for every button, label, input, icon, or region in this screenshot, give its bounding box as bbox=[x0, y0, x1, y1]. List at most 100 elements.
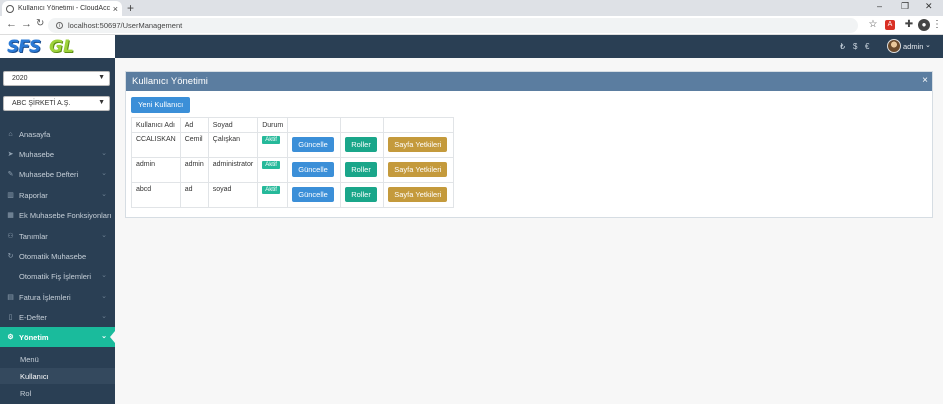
cell-username: CCALISKAN bbox=[131, 132, 181, 158]
cell-name: Cemil bbox=[179, 132, 209, 158]
address-bar-row: ← → ↻ i localhost:50697/UserManagement ☆… bbox=[0, 16, 943, 35]
dollar-icon[interactable]: $ bbox=[853, 42, 857, 51]
cell-username: abcd bbox=[131, 182, 181, 208]
sidebar-subitem-kullanici[interactable]: Kullanıcı bbox=[0, 368, 115, 384]
cell-status: Aktif bbox=[257, 157, 289, 183]
sidebar-item-fatura[interactable]: ▤ Fatura İşlemleri ⌄ bbox=[0, 287, 115, 307]
page-permissions-button[interactable]: Sayfa Yetkileri bbox=[388, 162, 448, 177]
brand-sfs: SFS bbox=[7, 37, 41, 57]
sidebar-item-yonetim[interactable]: ⚙ Yönetim ⌄ bbox=[0, 327, 115, 347]
pencil-icon: ✎ bbox=[7, 171, 14, 178]
chevron-down-icon: ▼ bbox=[98, 99, 105, 106]
user-menu-label[interactable]: admin bbox=[903, 42, 923, 51]
column-header-username: Kullanıcı Adı bbox=[131, 117, 181, 133]
cell-permissions: Sayfa Yetkileri bbox=[383, 157, 455, 183]
url-field[interactable]: i localhost:50697/UserManagement bbox=[48, 18, 858, 33]
sidebar-item-label: Otomatik Muhasebe bbox=[19, 251, 87, 261]
cell-roles: Roller bbox=[340, 132, 385, 158]
home-icon: ⌂ bbox=[8, 130, 13, 138]
chevron-down-icon: ⌄ bbox=[101, 313, 107, 320]
column-header-roles bbox=[340, 117, 385, 133]
sidebar-item-otomatik-fis[interactable]: Otomatik Fiş İşlemleri ⌄ bbox=[0, 266, 115, 286]
sidebar-item-anasayfa[interactable]: ⌂ Anasayfa bbox=[0, 124, 115, 144]
status-badge: Aktif bbox=[262, 161, 280, 169]
cell-name: admin bbox=[179, 157, 209, 183]
page-permissions-button[interactable]: Sayfa Yetkileri bbox=[388, 187, 448, 202]
company-select[interactable]: ABC ŞİRKETİ A.Ş. ▼ bbox=[3, 96, 110, 111]
sidebar-item-ek-muhasebe[interactable]: ▦ Ek Muhasebe Fonksiyonları bbox=[0, 205, 115, 225]
browser-tab[interactable]: Kullanıcı Yönetimi - CloudAccou × bbox=[2, 1, 122, 16]
cell-surname: administrator bbox=[207, 157, 259, 183]
sidebar-item-muhasebe-defteri[interactable]: ✎ Muhasebe Defteri ⌄ bbox=[0, 164, 115, 184]
cell-status: Aktif bbox=[257, 132, 289, 158]
browser-menu-icon[interactable]: ⋮ bbox=[931, 19, 943, 31]
tab-title: Kullanıcı Yönetimi - CloudAccou bbox=[18, 5, 110, 12]
status-badge: Aktif bbox=[262, 186, 280, 194]
maximize-button[interactable]: ❐ bbox=[901, 1, 909, 12]
sidebar-item-label: Yönetim bbox=[19, 332, 49, 342]
cell-update: Güncelle bbox=[287, 182, 342, 208]
avatar[interactable] bbox=[887, 39, 901, 53]
roles-button[interactable]: Roller bbox=[345, 162, 377, 177]
chevron-down-icon[interactable]: ⌄ bbox=[925, 41, 931, 49]
sidebar-subitem-label: Menü bbox=[20, 354, 39, 364]
panel-header: Kullanıcı Yönetimi × bbox=[126, 72, 932, 91]
bookmark-star-icon[interactable]: ☆ bbox=[867, 19, 879, 31]
reload-icon[interactable]: ↻ bbox=[36, 18, 44, 29]
table-header-row: Kullanıcı Adı Ad Soyad Durum bbox=[131, 117, 455, 133]
year-select[interactable]: 2020 ▼ bbox=[3, 71, 110, 86]
brand-logo[interactable]: SFS GL bbox=[0, 35, 115, 58]
sidebar-subitem-label: Kullanıcı bbox=[20, 371, 49, 381]
column-header-update bbox=[287, 117, 342, 133]
euro-icon[interactable]: € bbox=[865, 42, 869, 51]
cell-status: Aktif bbox=[257, 182, 289, 208]
back-icon[interactable]: ← bbox=[6, 18, 17, 30]
pdf-extension-icon[interactable]: A bbox=[885, 20, 895, 30]
update-button[interactable]: Güncelle bbox=[292, 187, 334, 202]
profile-icon[interactable]: ● bbox=[918, 19, 930, 31]
tab-close-icon[interactable]: × bbox=[113, 4, 118, 14]
send-icon: ➤ bbox=[7, 151, 14, 158]
cell-roles: Roller bbox=[340, 182, 385, 208]
update-button[interactable]: Güncelle bbox=[292, 137, 334, 152]
cell-permissions: Sayfa Yetkileri bbox=[383, 132, 455, 158]
column-header-surname: Soyad bbox=[207, 117, 259, 133]
forward-icon[interactable]: → bbox=[21, 18, 32, 30]
sidebar-subitem-rol[interactable]: Rol bbox=[0, 385, 115, 401]
year-select-value: 2020 bbox=[12, 75, 28, 82]
info-icon[interactable]: i bbox=[56, 22, 63, 29]
bar-chart-icon: ▥ bbox=[7, 192, 14, 199]
file-icon: ▤ bbox=[7, 294, 14, 301]
roles-button[interactable]: Roller bbox=[345, 187, 377, 202]
user-management-panel: Kullanıcı Yönetimi × Yeni Kullanıcı Kull… bbox=[125, 71, 933, 218]
sidebar-subitem-label: Rol bbox=[20, 388, 32, 398]
page-permissions-button[interactable]: Sayfa Yetkileri bbox=[388, 137, 448, 152]
sidebar-item-label: Ek Muhasebe Fonksiyonları bbox=[19, 210, 112, 220]
chevron-down-icon: ⌄ bbox=[101, 272, 107, 279]
sidebar-item-label: Muhasebe Defteri bbox=[19, 169, 79, 179]
sidebar-item-tanimlar[interactable]: ⚇ Tanımlar ⌄ bbox=[0, 226, 115, 246]
new-tab-button[interactable]: + bbox=[127, 1, 134, 15]
top-navbar: ₺ $ € admin ⌄ bbox=[115, 35, 943, 58]
close-icon[interactable]: × bbox=[922, 75, 928, 86]
table-row: abcd ad soyad Aktif Güncelle Roller Sayf… bbox=[131, 182, 455, 208]
column-header-permissions bbox=[383, 117, 455, 133]
roles-button[interactable]: Roller bbox=[345, 137, 377, 152]
sidebar-item-e-defter[interactable]: ▯ E-Defter ⌄ bbox=[0, 307, 115, 327]
lira-icon[interactable]: ₺ bbox=[840, 42, 845, 51]
main-content: Kullanıcı Yönetimi × Yeni Kullanıcı Kull… bbox=[115, 58, 943, 404]
update-button[interactable]: Güncelle bbox=[292, 162, 334, 177]
sidebar-subitem-menu[interactable]: Menü bbox=[0, 351, 115, 367]
new-user-button[interactable]: Yeni Kullanıcı bbox=[131, 97, 191, 113]
column-header-status: Durum bbox=[257, 117, 289, 133]
chevron-down-icon: ▼ bbox=[98, 74, 105, 81]
sidebar-item-otomatik-muhasebe[interactable]: ↻ Otomatik Muhasebe bbox=[0, 246, 115, 266]
sidebar-item-label: E-Defter bbox=[19, 312, 47, 322]
cell-username: admin bbox=[131, 157, 181, 183]
sidebar-item-muhasebe[interactable]: ➤ Muhasebe ⌄ bbox=[0, 144, 115, 164]
minimize-button[interactable]: – bbox=[877, 1, 882, 11]
extensions-puzzle-icon[interactable]: ✚ bbox=[903, 19, 915, 31]
close-window-button[interactable]: ✕ bbox=[925, 1, 933, 12]
cell-permissions: Sayfa Yetkileri bbox=[383, 182, 455, 208]
sidebar-item-raporlar[interactable]: ▥ Raporlar ⌄ bbox=[0, 185, 115, 205]
